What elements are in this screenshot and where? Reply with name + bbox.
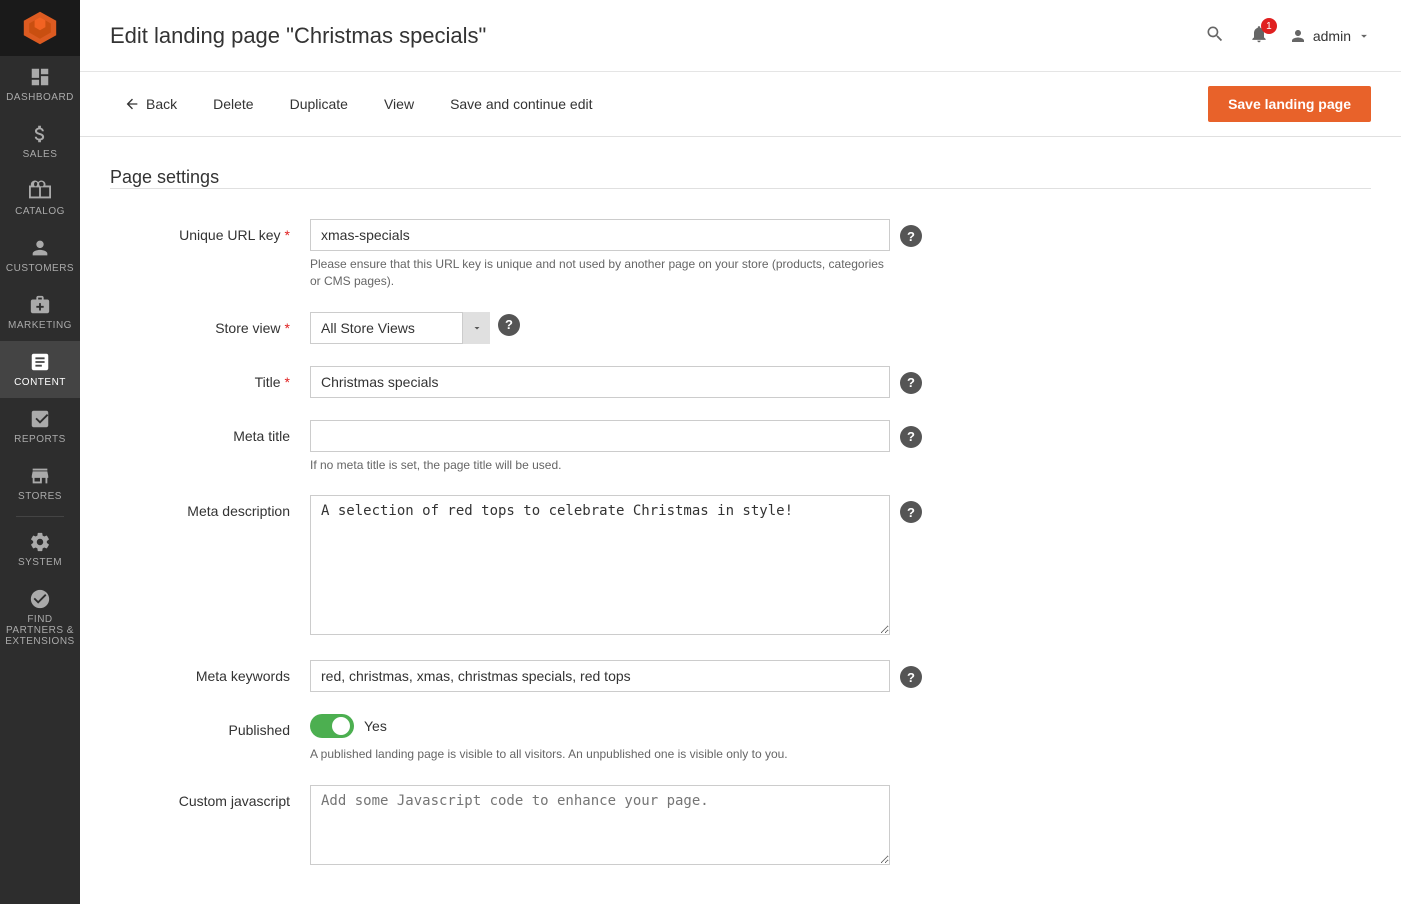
store-view-help-icon[interactable]: ? xyxy=(498,314,520,336)
meta-title-input[interactable] xyxy=(310,420,890,452)
toggle-row: Yes xyxy=(310,714,890,738)
admin-label: admin xyxy=(1313,28,1351,44)
back-button[interactable]: Back xyxy=(110,90,191,118)
section-title: Page settings xyxy=(110,167,1371,188)
title-label: Title* xyxy=(110,366,310,390)
action-toolbar: Back Delete Duplicate View Save and cont… xyxy=(80,72,1401,137)
sidebar-item-marketing[interactable]: MARKETING xyxy=(0,284,80,341)
store-view-select[interactable]: All Store Views Default Store View xyxy=(310,312,490,344)
meta-title-row: Meta title If no meta title is set, the … xyxy=(110,420,1371,474)
store-view-label: Store view* xyxy=(110,312,310,336)
search-button[interactable] xyxy=(1201,20,1229,51)
meta-keywords-input[interactable] xyxy=(310,660,890,692)
meta-description-help-icon[interactable]: ? xyxy=(900,501,922,523)
sidebar-item-dashboard[interactable]: DASHBOARD xyxy=(0,56,80,113)
delete-button[interactable]: Delete xyxy=(199,90,267,118)
page-content: Page settings Unique URL key* Please ens… xyxy=(80,137,1401,904)
url-key-field: Please ensure that this URL key is uniqu… xyxy=(310,219,890,290)
header-actions: 1 admin xyxy=(1201,20,1371,51)
delete-label: Delete xyxy=(213,96,253,112)
meta-title-help-icon[interactable]: ? xyxy=(900,426,922,448)
meta-keywords-help-icon[interactable]: ? xyxy=(900,666,922,688)
sidebar-label-reports: REPORTS xyxy=(14,434,66,445)
custom-js-field xyxy=(310,785,890,868)
meta-description-row: Meta description A selection of red tops… xyxy=(110,495,1371,638)
url-key-row: Unique URL key* Please ensure that this … xyxy=(110,219,1371,290)
sidebar-item-system[interactable]: SYSTEM xyxy=(0,521,80,578)
admin-menu-button[interactable]: admin xyxy=(1289,27,1371,45)
custom-js-input[interactable] xyxy=(310,785,890,865)
sidebar-divider xyxy=(16,516,64,517)
sidebar-label-content: CONTENT xyxy=(14,377,66,388)
meta-description-input[interactable]: A selection of red tops to celebrate Chr… xyxy=(310,495,890,635)
meta-keywords-row: Meta keywords ? xyxy=(110,660,1371,692)
url-key-label: Unique URL key* xyxy=(110,219,310,243)
duplicate-button[interactable]: Duplicate xyxy=(276,90,362,118)
page-title: Edit landing page "Christmas specials" xyxy=(110,23,486,49)
save-continue-label: Save and continue edit xyxy=(450,96,592,112)
duplicate-label: Duplicate xyxy=(290,96,348,112)
sidebar-label-marketing: MARKETING xyxy=(8,320,72,331)
meta-title-field: If no meta title is set, the page title … xyxy=(310,420,890,474)
sidebar-label-stores: STORES xyxy=(18,491,62,502)
published-hint: A published landing page is visible to a… xyxy=(310,746,890,763)
notification-count: 1 xyxy=(1261,18,1277,34)
sidebar-item-sales[interactable]: SALES xyxy=(0,113,80,170)
sidebar-label-customers: CUSTOMERS xyxy=(6,263,74,274)
sidebar-item-reports[interactable]: REPORTS xyxy=(0,398,80,455)
title-row: Title* ? xyxy=(110,366,1371,398)
sidebar-item-stores[interactable]: STORES xyxy=(0,455,80,512)
url-key-input[interactable] xyxy=(310,219,890,251)
view-label: View xyxy=(384,96,414,112)
title-field xyxy=(310,366,890,398)
store-view-group: All Store Views Default Store View ? xyxy=(310,312,890,344)
sidebar-item-catalog[interactable]: CATALOG xyxy=(0,170,80,227)
title-input[interactable] xyxy=(310,366,890,398)
sidebar-item-customers[interactable]: CUSTOMERS xyxy=(0,227,80,284)
url-key-help-icon[interactable]: ? xyxy=(900,225,922,247)
sidebar-label-catalog: CATALOG xyxy=(15,206,65,217)
store-view-field: All Store Views Default Store View ? xyxy=(310,312,890,344)
page-header: Edit landing page "Christmas specials" 1… xyxy=(80,0,1401,72)
custom-js-row: Custom javascript xyxy=(110,785,1371,868)
main-content: Edit landing page "Christmas specials" 1… xyxy=(80,0,1401,904)
title-help-icon[interactable]: ? xyxy=(900,372,922,394)
notifications-button[interactable]: 1 xyxy=(1245,20,1273,51)
sidebar: DASHBOARD SALES CATALOG CUSTOMERS MARKET… xyxy=(0,0,80,904)
view-button[interactable]: View xyxy=(370,90,428,118)
meta-description-field: A selection of red tops to celebrate Chr… xyxy=(310,495,890,638)
save-landing-button[interactable]: Save landing page xyxy=(1208,86,1371,122)
sidebar-label-system: SYSTEM xyxy=(18,557,62,568)
back-label: Back xyxy=(146,96,177,112)
published-label: Published xyxy=(110,714,310,738)
published-toggle[interactable] xyxy=(310,714,354,738)
meta-description-label: Meta description xyxy=(110,495,310,519)
url-key-hint: Please ensure that this URL key is uniqu… xyxy=(310,256,890,290)
published-row: Published Yes A published landing page i… xyxy=(110,714,1371,763)
store-view-select-wrapper: All Store Views Default Store View xyxy=(310,312,490,344)
sidebar-label-partners: FIND PARTNERS & EXTENSIONS xyxy=(4,614,76,647)
custom-js-label: Custom javascript xyxy=(110,785,310,809)
store-view-row: Store view* All Store Views Default Stor… xyxy=(110,312,1371,344)
meta-keywords-field xyxy=(310,660,890,692)
published-yes-label: Yes xyxy=(364,718,387,734)
meta-keywords-label: Meta keywords xyxy=(110,660,310,684)
meta-title-label: Meta title xyxy=(110,420,310,444)
meta-title-hint: If no meta title is set, the page title … xyxy=(310,457,890,474)
published-field: Yes A published landing page is visible … xyxy=(310,714,890,763)
sidebar-label-dashboard: DASHBOARD xyxy=(6,92,74,103)
section-divider xyxy=(110,188,1371,189)
sidebar-item-content[interactable]: CONTENT xyxy=(0,341,80,398)
sidebar-label-sales: SALES xyxy=(23,149,58,160)
sidebar-item-partners[interactable]: FIND PARTNERS & EXTENSIONS xyxy=(0,578,80,657)
save-continue-button[interactable]: Save and continue edit xyxy=(436,90,606,118)
logo[interactable] xyxy=(0,0,80,56)
toggle-slider xyxy=(310,714,354,738)
